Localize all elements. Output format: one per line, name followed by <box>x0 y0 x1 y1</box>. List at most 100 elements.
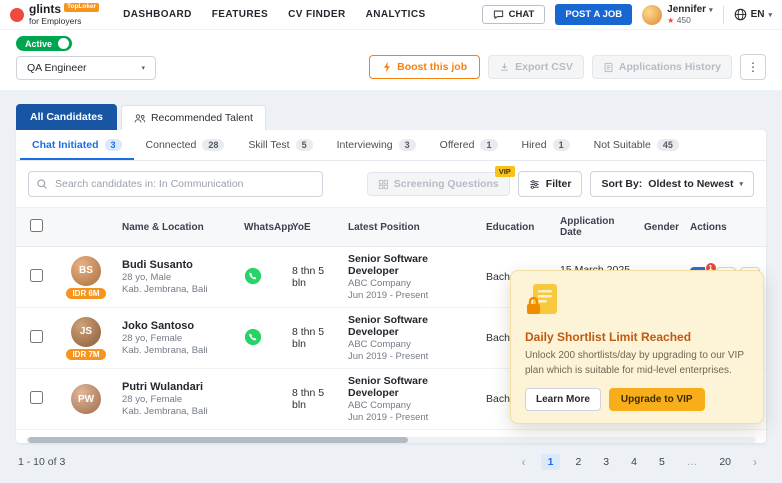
upgrade-to-vip-button[interactable]: Upgrade to VIP <box>609 388 705 411</box>
stage-tab-connected[interactable]: Connected28 <box>134 130 237 160</box>
screening-questions-button: Screening Questions VIP <box>367 172 510 196</box>
stage-tab-chat-initiated[interactable]: Chat Initiated3 <box>20 130 134 160</box>
row-checkbox[interactable] <box>30 269 43 282</box>
filter-button[interactable]: Filter <box>518 171 583 197</box>
sort-dropdown[interactable]: Sort By: Oldest to Newest ▾ <box>590 171 754 197</box>
navbar-right: CHAT POST A JOB Jennifer ▾ ★ 450 <box>482 4 772 25</box>
row-checkbox[interactable] <box>30 391 43 404</box>
main-nav: DASHBOARD FEATURES CV FINDER ANALYTICS <box>123 9 425 20</box>
salary-badge: IDR 7M <box>66 349 105 360</box>
stage-tab-hired[interactable]: Hired1 <box>510 130 582 160</box>
job-select[interactable]: QA Engineer ▾ <box>16 56 156 80</box>
tab-recommended-talent-label: Recommended Talent <box>151 112 253 124</box>
tab-all-candidates[interactable]: All Candidates <box>16 104 117 130</box>
table-header-row: Name & Location WhatsApp YoE Latest Posi… <box>16 208 766 247</box>
toggle-knob-icon <box>58 38 69 49</box>
table-toolbar: Screening Questions VIP Filter Sort By: … <box>16 161 766 207</box>
sort-prefix: Sort By: <box>601 178 642 190</box>
post-a-job-button[interactable]: POST A JOB <box>555 4 632 25</box>
candidate-age-gender: 28 yo, Female <box>122 333 232 344</box>
stage-count-badge: 1 <box>480 139 497 151</box>
candidate-name: Budi Susanto <box>122 259 232 271</box>
tab-recommended-talent[interactable]: Recommended Talent <box>121 105 266 130</box>
pagination-page-20[interactable]: 20 <box>712 454 738 470</box>
salary-badge: IDR 6M <box>66 288 105 299</box>
latest-position-title: Senior Software Developer <box>348 253 474 277</box>
candidate-avatar: JS <box>71 317 101 347</box>
nav-analytics[interactable]: ANALYTICS <box>366 9 426 20</box>
stage-tab-interviewing[interactable]: Interviewing3 <box>325 130 428 160</box>
kebab-icon: ⋮ <box>747 60 759 74</box>
popup-buttons: Learn More Upgrade to VIP <box>525 388 749 411</box>
brand-logo[interactable]: glints TopLoker for Employers <box>10 3 99 26</box>
horizontal-scrollbar[interactable] <box>26 437 756 443</box>
export-csv-label: Export CSV <box>515 61 573 73</box>
select-all-checkbox[interactable] <box>30 219 43 232</box>
scrollbar-thumb[interactable] <box>28 437 408 443</box>
pagination-page-3[interactable]: 3 <box>596 454 616 470</box>
lightning-icon <box>382 61 392 73</box>
search-input[interactable] <box>28 171 323 197</box>
language-selector[interactable]: EN ▾ <box>734 8 772 21</box>
boost-job-label: Boost this job <box>397 61 467 73</box>
row-checkbox[interactable] <box>30 330 43 343</box>
people-icon <box>134 113 146 124</box>
candidate-location: Kab. Jembrana, Bali <box>122 284 232 295</box>
brand-subtitle: for Employers <box>29 16 99 26</box>
search-icon <box>36 178 48 190</box>
latest-position-period: Jun 2019 - Present <box>348 412 474 423</box>
pagination-page-2[interactable]: 2 <box>568 454 588 470</box>
header-actions: Actions <box>684 208 766 247</box>
history-icon <box>603 62 614 73</box>
header-yoe: YoE <box>286 208 342 247</box>
stage-tabs: Chat Initiated3 Connected28 Skill Test5 … <box>16 130 766 161</box>
job-select-value: QA Engineer <box>27 62 87 74</box>
whatsapp-icon[interactable] <box>244 267 262 285</box>
whatsapp-icon[interactable] <box>244 328 262 346</box>
candidate-name: Putri Wulandari <box>122 381 232 393</box>
pagination-next[interactable]: › <box>746 453 764 471</box>
candidate-age-gender: 28 yo, Male <box>122 272 232 283</box>
stage-tab-not-suitable[interactable]: Not Suitable45 <box>582 130 691 160</box>
candidate-tabs: All Candidates Recommended Talent <box>16 104 766 130</box>
sort-value: Oldest to Newest <box>648 178 733 190</box>
learn-more-button[interactable]: Learn More <box>525 388 601 411</box>
chevron-down-icon: ▾ <box>739 180 743 188</box>
grid-icon <box>378 179 389 190</box>
job-status-label: Active <box>25 39 52 49</box>
nav-dashboard[interactable]: DASHBOARD <box>123 9 192 20</box>
pagination-row: 1 - 10 of 3 ‹ 1 2 3 4 5 … 20 › <box>18 453 764 471</box>
stage-tab-skill-test[interactable]: Skill Test5 <box>236 130 324 160</box>
user-name: Jennifer <box>667 4 706 15</box>
job-bar: Active QA Engineer ▾ Boost this job Expo… <box>0 30 782 90</box>
boost-job-button[interactable]: Boost this job <box>369 55 480 79</box>
screening-questions-label: Screening Questions <box>394 178 499 190</box>
stage-count-badge: 5 <box>296 139 313 151</box>
nav-features[interactable]: FEATURES <box>212 9 268 20</box>
job-status-toggle[interactable]: Active <box>16 36 72 51</box>
toolbar-right: Screening Questions VIP Filter Sort By: … <box>367 171 754 197</box>
pagination-page-4[interactable]: 4 <box>624 454 644 470</box>
candidate-name: Joko Santoso <box>122 320 232 332</box>
pagination-prev[interactable]: ‹ <box>515 453 533 471</box>
shortlist-limit-popup: Daily Shortlist Limit Reached Unlock 200… <box>510 270 764 424</box>
nav-cv-finder[interactable]: CV FINDER <box>288 9 346 20</box>
job-more-actions-button[interactable]: ⋮ <box>740 54 766 80</box>
header-gender: Gender <box>638 208 684 247</box>
star-icon: ★ <box>667 16 674 25</box>
header-latest-position: Latest Position <box>342 208 480 247</box>
pagination-ellipsis: … <box>680 454 705 470</box>
latest-position-company: ABC Company <box>348 400 474 411</box>
pagination-page-5[interactable]: 5 <box>652 454 672 470</box>
pagination-page-1[interactable]: 1 <box>541 454 561 470</box>
chat-button[interactable]: CHAT <box>482 5 546 24</box>
candidate-age-gender: 28 yo, Female <box>122 394 232 405</box>
candidate-avatar: BS <box>71 256 101 286</box>
user-points: 450 <box>677 15 691 25</box>
brand-name: glints <box>29 3 61 15</box>
user-menu[interactable]: Jennifer ▾ ★ 450 <box>642 4 712 25</box>
stage-tab-offered[interactable]: Offered1 <box>428 130 510 160</box>
candidate-yoe: 8 thn 5 bln <box>286 247 342 308</box>
header-name-location: Name & Location <box>116 208 238 247</box>
stage-count-badge: 3 <box>105 139 122 151</box>
